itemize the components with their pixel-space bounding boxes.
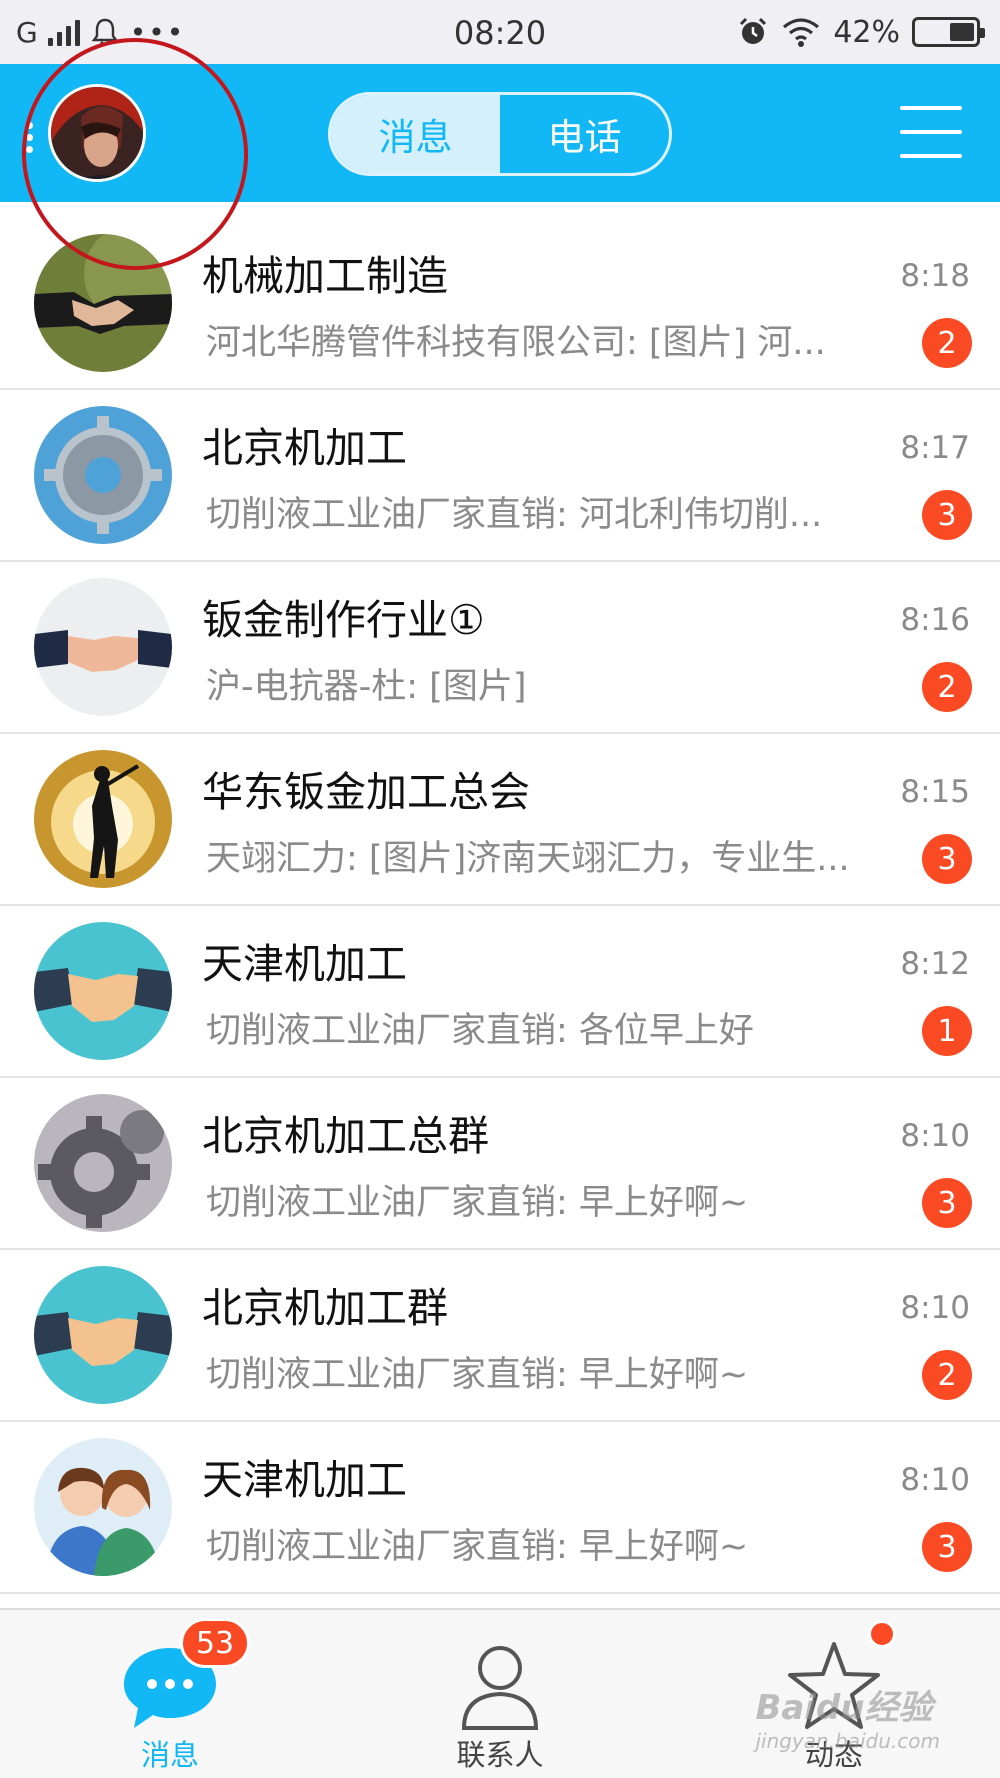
- person-icon: [461, 1646, 539, 1730]
- tab-messages-label: 消息: [378, 116, 453, 159]
- profile-avatar[interactable]: [48, 84, 146, 182]
- conversation-row[interactable]: 机械加工制造河北华腾管件科技有限公司: [图片] 河... 8:18 2: [0, 218, 1000, 390]
- battery-level: [950, 23, 974, 41]
- alarm-icon: [740, 17, 767, 44]
- menu-icon[interactable]: [900, 106, 962, 158]
- unread-count-badge: 3: [922, 1178, 972, 1228]
- group-avatar: [34, 922, 172, 1060]
- conversation-title: 北京机加工总群: [202, 1112, 489, 1160]
- last-message-preview: 切削液工业油厂家直销: 早上好啊~: [206, 1527, 749, 1567]
- unread-total-badge: 53: [180, 1618, 250, 1668]
- top-header: 消息 电话: [0, 64, 1000, 202]
- group-avatar: [34, 1266, 172, 1404]
- group-avatar: [34, 1438, 172, 1576]
- unread-count-badge: 3: [922, 490, 972, 540]
- conversation-row[interactable]: 北京机加工群切削液工业油厂家直销: 早上好啊~ 8:10 2: [0, 1250, 1000, 1422]
- battery-icon: [912, 17, 985, 47]
- tab-calls[interactable]: 电话: [500, 95, 669, 173]
- conversation-title: 北京机加工: [202, 424, 407, 472]
- unread-count-badge: 2: [922, 1350, 972, 1400]
- group-avatar: [34, 234, 172, 372]
- group-avatar: [34, 578, 172, 716]
- message-time: 8:18: [900, 258, 970, 294]
- unread-count-badge: 3: [922, 1522, 972, 1572]
- group-avatar: [34, 750, 172, 888]
- unread-count-badge: 3: [922, 834, 972, 884]
- message-time: 8:10: [900, 1462, 970, 1498]
- status-bar: G ••• 08:20 42%: [0, 0, 1000, 64]
- wifi-icon: [783, 18, 820, 47]
- bottom-tab-contacts[interactable]: 联系人: [400, 1610, 600, 1778]
- message-time: 8:12: [900, 946, 970, 982]
- conversation-row[interactable]: 北京机加工切削液工业油厂家直销: 河北利伟切削... 8:17 3: [0, 390, 1000, 562]
- status-right: 42%: [737, 14, 985, 50]
- unread-count-badge: 2: [922, 662, 972, 712]
- last-message-preview: 切削液工业油厂家直销: 各位早上好: [206, 1011, 754, 1051]
- group-avatar: [34, 406, 172, 544]
- conversation-row[interactable]: 天津机加工切削液工业油厂家直销: 各位早上好 8:12 1: [0, 906, 1000, 1078]
- tab-calls-label: 电话: [547, 116, 622, 159]
- message-time: 8:17: [900, 430, 970, 466]
- conversation-row[interactable]: 钣金制作行业① 沪-电抗器-杜: [图片] 8:16 2: [0, 562, 1000, 734]
- last-message-preview: 沪-电抗器-杜: [图片]: [206, 667, 527, 707]
- message-time: 8:16: [900, 602, 970, 638]
- messages-calls-switch: 消息 电话: [328, 92, 672, 176]
- conversation-row[interactable]: 华东钣金加工总会天翊汇力: [图片]济南天翊汇力，专业生... 8:15 3: [0, 734, 1000, 906]
- tab-messages[interactable]: 消息: [331, 95, 500, 173]
- drawer-hint-icon: [26, 122, 34, 153]
- bottom-tab-messages[interactable]: 53 消息: [70, 1610, 270, 1778]
- star-icon: [788, 1642, 880, 1729]
- battery-percent: 42%: [833, 14, 900, 50]
- conversation-title: 北京机加工群: [202, 1284, 448, 1332]
- message-time: 8:10: [900, 1290, 970, 1326]
- last-message-preview: 切削液工业油厂家直销: 河北利伟切削...: [206, 495, 823, 535]
- bottom-tab-feed-label: 动态: [804, 1738, 863, 1772]
- conversation-title: 机械加工制造: [202, 252, 448, 300]
- bottom-tab-messages-label: 消息: [140, 1738, 199, 1772]
- group-avatar: [34, 1094, 172, 1232]
- last-message-preview: 天翊汇力: [图片]济南天翊汇力，专业生...: [206, 839, 850, 879]
- conversation-title: 天津机加工: [202, 940, 407, 988]
- message-time: 8:10: [900, 1118, 970, 1154]
- conversation-title: 华东钣金加工总会: [202, 768, 530, 816]
- last-message-preview: 切削液工业油厂家直销: 早上好啊~: [206, 1183, 749, 1223]
- conversation-row[interactable]: 天津机加工切削液工业油厂家直销: 早上好啊~ 8:10 3: [0, 1422, 1000, 1594]
- conversation-list: 机械加工制造河北华腾管件科技有限公司: [图片] 河... 8:18 2 北京机加工切…: [0, 218, 1000, 1594]
- bottom-tab-feed[interactable]: 动态: [734, 1610, 934, 1778]
- feed-new-dot: [868, 1620, 896, 1648]
- bottom-tab-bar: 53 消息 联系人 动态: [0, 1608, 1000, 1778]
- last-message-preview: 河北华腾管件科技有限公司: [图片] 河...: [206, 323, 826, 363]
- unread-count-badge: 1: [922, 1006, 972, 1056]
- message-time: 8:15: [900, 774, 970, 810]
- last-message-preview: 切削液工业油厂家直销: 早上好啊~: [206, 1355, 749, 1395]
- conversation-row[interactable]: 北京机加工总群切削液工业油厂家直销: 早上好啊~ 8:10 3: [0, 1078, 1000, 1250]
- bottom-tab-contacts-label: 联系人: [456, 1738, 544, 1772]
- conversation-title: 天津机加工: [202, 1456, 407, 1504]
- unread-count-badge: 2: [922, 318, 972, 368]
- conversation-title: 钣金制作行业①: [202, 596, 485, 644]
